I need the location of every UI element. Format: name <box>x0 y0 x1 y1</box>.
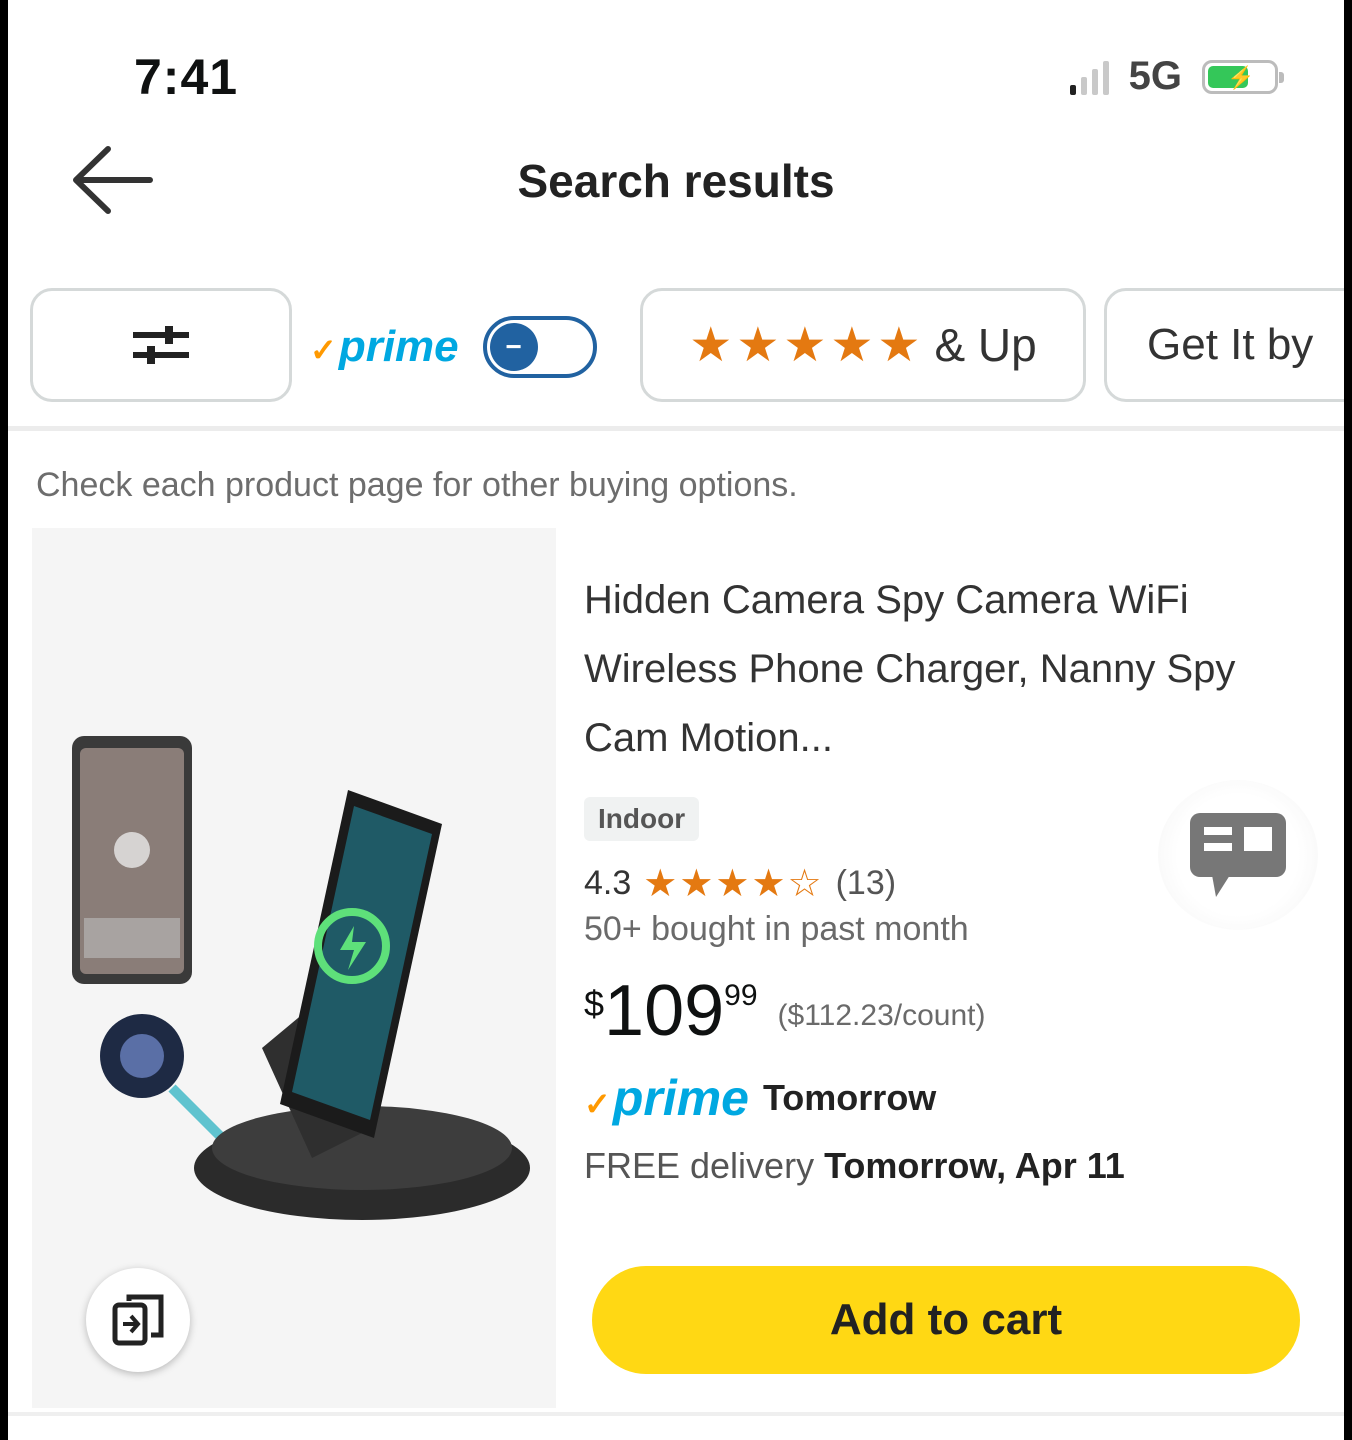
divider <box>8 426 1344 431</box>
filter-bar: ✓prime − ★★★★★ & Up Get It by <box>8 288 1344 410</box>
price-fraction: 99 <box>724 979 758 1012</box>
product-tag: Indoor <box>584 797 700 841</box>
prime-logo: ✓prime <box>584 1070 749 1126</box>
signal-icon <box>1069 59 1109 95</box>
network-type: 5G <box>1128 54 1182 98</box>
divider <box>8 1412 1344 1416</box>
prime-switch[interactable]: − <box>482 316 597 378</box>
price-currency: $ <box>584 983 605 1024</box>
rating-stars: ★★★★☆ <box>643 863 824 905</box>
get-it-by-filter-chip[interactable]: Get It by <box>1104 288 1344 402</box>
buying-options-notice: Check each product page for other buying… <box>36 466 798 504</box>
rating-filter-stars: ★★★★★ <box>689 319 925 372</box>
price-per-unit: ($112.23/count) <box>777 999 986 1032</box>
delivery-info: FREE delivery Tomorrow, Apr 11 <box>584 1145 1274 1187</box>
rating-value: 4.3 <box>584 864 632 902</box>
prime-delivery: ✓prime Tomorrow <box>584 1069 1274 1127</box>
review-count: (13) <box>835 864 897 902</box>
status-time: 7:41 <box>134 49 239 105</box>
feedback-button[interactable] <box>1158 780 1318 930</box>
rating-filter-label: & Up <box>934 319 1037 371</box>
delivery-date: Tomorrow, Apr 11 <box>824 1145 1125 1186</box>
battery-icon: ⚡ <box>1202 59 1284 94</box>
prime-filter-toggle[interactable]: ✓prime − <box>310 312 597 382</box>
product-title[interactable]: Hidden Camera Spy Camera WiFi Wireless P… <box>584 566 1274 773</box>
compare-button[interactable] <box>86 1268 190 1372</box>
feedback-icon <box>1190 813 1286 897</box>
switch-knob: − <box>489 323 538 371</box>
delivery-prefix: FREE delivery <box>584 1145 815 1186</box>
filter-sliders-icon <box>133 326 189 364</box>
price-whole: 109 <box>604 971 725 1051</box>
page-title: Search results <box>517 155 835 207</box>
bought-count: 50+ bought in past month <box>584 910 969 948</box>
filter-button[interactable] <box>30 288 292 402</box>
add-to-cart-button[interactable]: Add to cart <box>592 1266 1300 1374</box>
price: $ 109 99 ($112.23/count) <box>584 975 1274 1047</box>
prime-when: Tomorrow <box>762 1077 937 1118</box>
status-indicators: 5G ⚡ <box>1069 54 1284 99</box>
prime-logo: ✓prime <box>310 322 459 371</box>
screen: 7:41 5G ⚡ Search results ✓prime − ★★★★★ … <box>8 0 1344 1440</box>
compare-icon <box>112 1294 164 1346</box>
rating-filter-chip[interactable]: ★★★★★ & Up <box>640 288 1086 402</box>
product-image-panel[interactable] <box>32 528 556 1408</box>
